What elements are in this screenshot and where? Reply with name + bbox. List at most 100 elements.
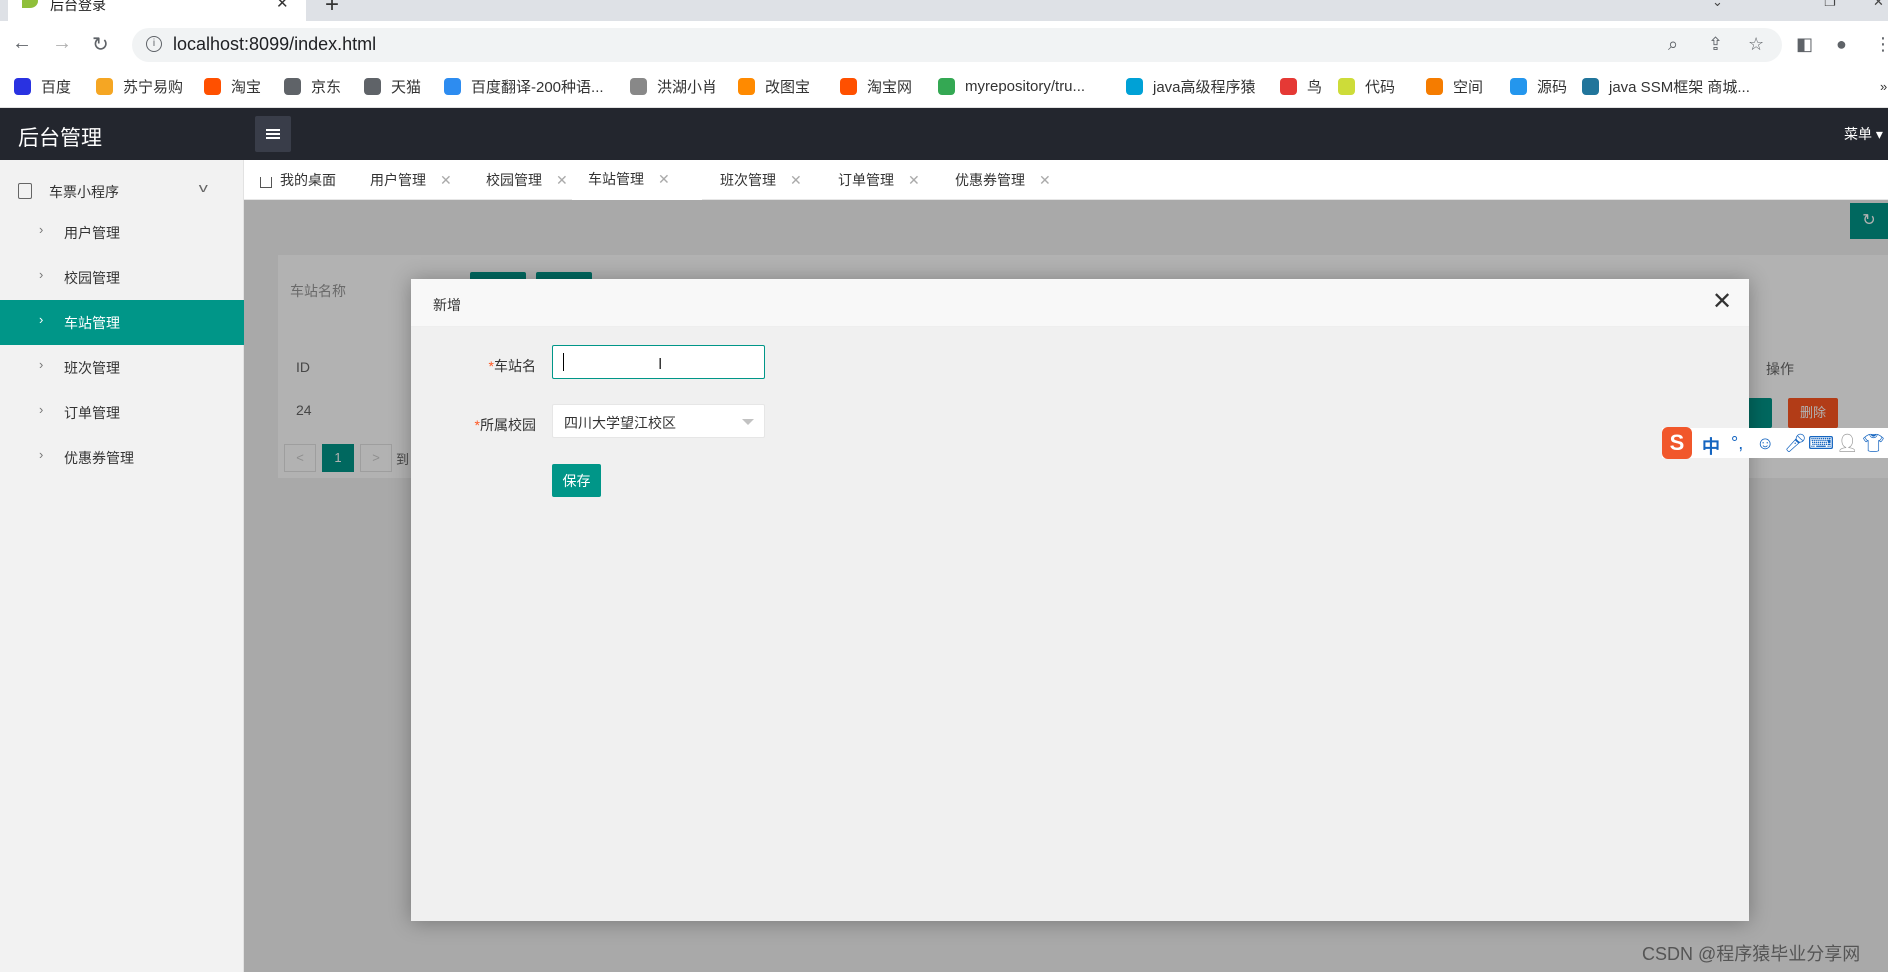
bookmark-8[interactable]: 淘宝网	[840, 76, 912, 96]
bookmark-label: 百度翻译-200种语...	[471, 78, 604, 96]
bookmark-12[interactable]: 代码	[1338, 76, 1395, 96]
app-icon	[18, 183, 32, 199]
sidebar-item-4[interactable]: › 订单管理	[0, 390, 244, 435]
bookmark-4[interactable]: 天猫	[364, 76, 421, 96]
bookmark-label: java SSM框架 商城...	[1609, 78, 1750, 96]
bookmark-3[interactable]: 京东	[284, 76, 341, 96]
share-icon[interactable]: ⇪	[1708, 34, 1723, 55]
tab-2[interactable]: 校园管理 ✕	[486, 160, 568, 200]
chevron-right-icon: ›	[39, 312, 44, 327]
suning-icon	[96, 77, 113, 95]
bookmark-2[interactable]: 淘宝	[204, 76, 261, 96]
tab-close-icon[interactable]: ✕	[1039, 172, 1051, 189]
tab-0[interactable]: 我的桌面	[260, 160, 336, 200]
select-arrow-icon	[742, 419, 754, 425]
sidebar-item-3[interactable]: › 班次管理	[0, 345, 244, 390]
tab-close-icon[interactable]: ✕	[440, 172, 452, 189]
bookmark-star-icon[interactable]: ☆	[1748, 34, 1764, 55]
bookmark-label: 洪湖小肖	[657, 78, 718, 96]
campus-select[interactable]: 四川大学望江校区	[552, 404, 765, 438]
bookmark-13[interactable]: 空间	[1426, 76, 1483, 96]
tab-1[interactable]: 用户管理 ✕	[370, 160, 452, 200]
baidu-icon	[14, 77, 31, 95]
tab-4[interactable]: 班次管理 ✕	[720, 160, 802, 200]
tab-5[interactable]: 订单管理 ✕	[838, 160, 920, 200]
tab-close-icon[interactable]: ✕	[556, 172, 568, 189]
sidebar-item-5[interactable]: › 优惠券管理	[0, 435, 244, 480]
bookmark-label: 百度	[41, 78, 72, 96]
close-icon[interactable]: ✕	[1712, 290, 1732, 314]
bookmark-9[interactable]: myrepository/tru...	[938, 76, 1085, 96]
watermark: CSDN @程序猿毕业分享网	[1642, 944, 1861, 964]
reload-icon[interactable]: ↻	[92, 32, 109, 57]
bookmark-10[interactable]: java高级程序猿	[1126, 76, 1256, 96]
tab-label: 校园管理	[486, 172, 542, 188]
ime-punct-toggle[interactable]: °,	[1731, 433, 1743, 454]
bookmark-label: java高级程序猿	[1153, 78, 1256, 96]
sidebar-group-ticket-app[interactable]: 车票小程序 v	[0, 174, 244, 208]
browser-tab-title: 后台登录	[50, 0, 106, 13]
bookmark-5[interactable]: 百度翻译-200种语...	[444, 76, 604, 96]
bookmark-14[interactable]: 源码	[1510, 76, 1567, 96]
app-brand: 后台管理	[18, 127, 102, 150]
bookmark-6[interactable]: 洪湖小肖	[630, 76, 717, 96]
station-name-label: *车站名	[406, 356, 536, 376]
keyboard-icon[interactable]: ⌨	[1808, 433, 1834, 454]
bookmark-7[interactable]: 改图宝	[738, 76, 810, 96]
ime-lang-toggle[interactable]: 中	[1702, 433, 1720, 459]
save-button[interactable]: 保存	[552, 464, 601, 497]
bookmark-0[interactable]: 百度	[14, 76, 71, 96]
user-icon[interactable]: 👤︎	[1836, 433, 1859, 454]
bookmark-label: 苏宁易购	[123, 78, 184, 96]
sidebar-group-label: 车票小程序	[49, 184, 119, 200]
sidebar-item-1[interactable]: › 校园管理	[0, 255, 244, 300]
header-menu[interactable]: 菜单 ▾	[1844, 124, 1883, 144]
shirt-icon[interactable]: 👕︎	[1862, 433, 1885, 454]
new-tab-button[interactable]: +	[325, 0, 339, 19]
forward-icon[interactable]: →	[52, 32, 72, 55]
url-text[interactable]: localhost:8099/index.html	[173, 34, 376, 55]
bookmark-label: 改图宝	[765, 78, 811, 96]
address-bar[interactable]	[132, 28, 1782, 62]
bookmark-1[interactable]: 苏宁易购	[96, 76, 183, 96]
bookmark-11[interactable]: 鸟	[1280, 76, 1322, 96]
sidebar-item-label: 优惠券管理	[64, 450, 134, 466]
station-name-label-text: 车站名	[494, 358, 536, 374]
sidebar-item-2[interactable]: › 车站管理	[0, 300, 244, 345]
docker-icon	[1510, 77, 1527, 95]
sidebar-item-0[interactable]: › 用户管理	[0, 210, 244, 255]
profile-avatar-icon[interactable]: ●	[1836, 34, 1847, 55]
site-info-icon[interactable]: i	[146, 36, 162, 52]
tab-3[interactable]: 车站管理 ✕	[572, 160, 702, 200]
globe-icon	[364, 77, 381, 95]
close-window-icon[interactable]: ✕	[1873, 0, 1884, 10]
tab-close-icon[interactable]: ✕	[908, 172, 920, 189]
bird-icon	[630, 77, 647, 95]
sidebar-toggle-button[interactable]	[255, 116, 291, 152]
bookmark-15[interactable]: java SSM框架 商城...	[1582, 76, 1750, 96]
emoji-icon[interactable]: ☺	[1756, 433, 1774, 454]
sidebar-item-label: 订单管理	[64, 405, 120, 421]
bookmark-label: 代码	[1365, 78, 1396, 96]
code-icon	[1338, 77, 1355, 95]
tab-close-icon[interactable]: ✕	[276, 0, 289, 12]
bilibili-icon	[1126, 77, 1143, 95]
chevron-right-icon: ›	[39, 447, 44, 462]
more-menu-icon[interactable]: ⋮	[1874, 34, 1888, 55]
chevron-down-icon: v	[198, 180, 208, 195]
microphone-icon[interactable]: 🎤︎	[1784, 433, 1807, 454]
bookmark-label: 天猫	[391, 78, 422, 96]
zoom-icon[interactable]: ⌕	[1668, 34, 1678, 55]
sogou-logo-icon[interactable]: S	[1662, 427, 1692, 459]
side-panel-icon[interactable]: ◧	[1796, 34, 1813, 55]
tab-6[interactable]: 优惠券管理 ✕	[955, 160, 1051, 200]
tab-close-icon[interactable]: ✕	[658, 171, 670, 188]
tab-search-icon[interactable]: ⌄	[1712, 0, 1723, 10]
home-icon	[260, 176, 272, 188]
gaitubao-icon	[738, 77, 755, 95]
restore-window-icon[interactable]: ❐	[1824, 0, 1836, 10]
back-icon[interactable]: ←	[12, 32, 32, 55]
bookmark-label: 京东	[311, 78, 342, 96]
tab-close-icon[interactable]: ✕	[790, 172, 802, 189]
bookmarks-overflow-icon[interactable]: »	[1880, 76, 1887, 96]
